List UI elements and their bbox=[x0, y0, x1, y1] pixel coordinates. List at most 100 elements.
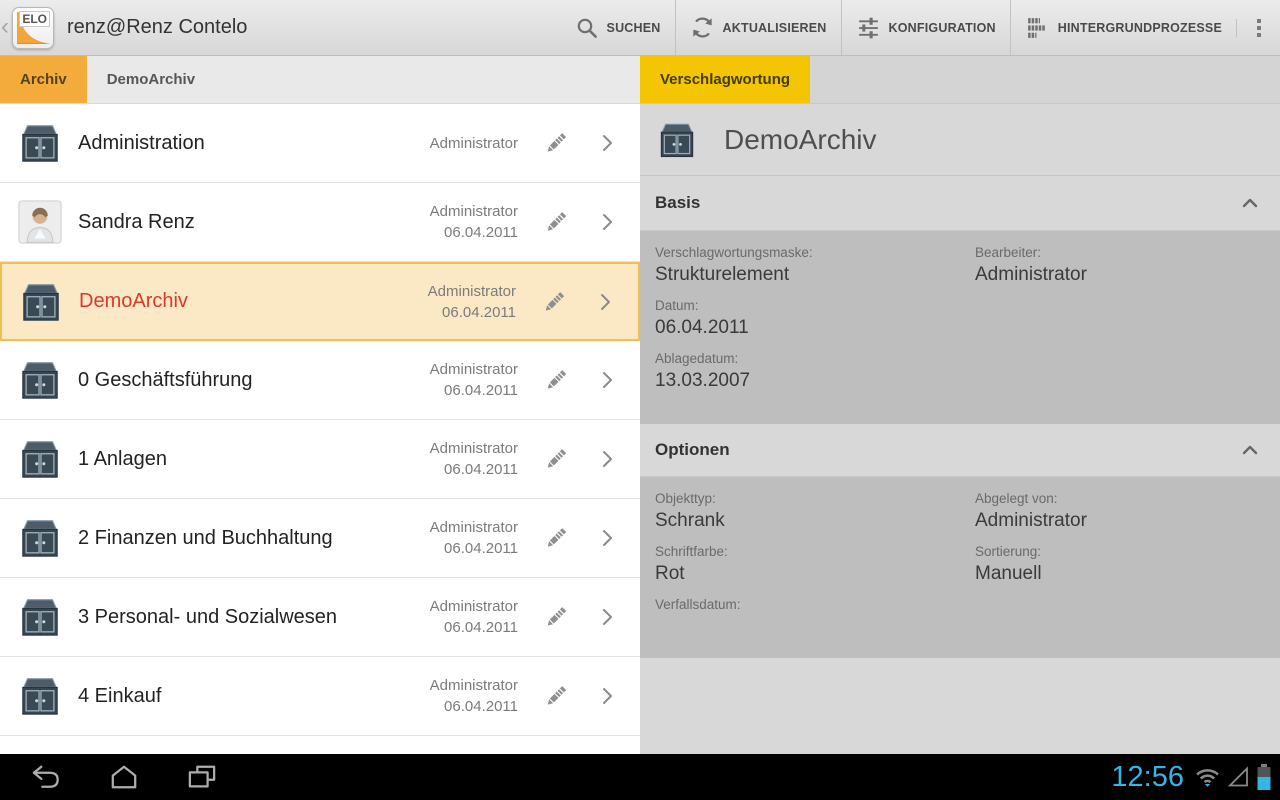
action-buttons: SUCHEN AKTUALISIEREN bbox=[561, 0, 1236, 55]
chevron-right-icon[interactable] bbox=[584, 368, 630, 392]
item-meta: Administrator 06.04.2011 bbox=[430, 596, 518, 638]
search-icon bbox=[575, 16, 599, 40]
detail-field: Sortierung: Manuell bbox=[975, 544, 1280, 585]
hintergrundprozesse-button[interactable]: HINTERGRUNDPROZESSE bbox=[1010, 0, 1236, 55]
field-value: Manuell bbox=[975, 563, 1280, 585]
item-editor: Administrator bbox=[430, 675, 518, 696]
edit-pencil-icon[interactable] bbox=[528, 446, 584, 472]
aktualisieren-button[interactable]: AKTUALISIEREN bbox=[675, 0, 841, 55]
item-editor: Administrator bbox=[430, 133, 518, 154]
detail-field: Datum: 06.04.2011 bbox=[655, 298, 975, 339]
detail-sections: Basis Verschlagwortungsmaske: Strukturel… bbox=[640, 176, 1280, 658]
window-title: renz@Renz Contelo bbox=[67, 16, 247, 39]
item-title: Sandra Renz bbox=[78, 211, 430, 234]
right-tab-bar: Verschlagwortung bbox=[640, 56, 1280, 104]
cabinet-icon bbox=[16, 358, 64, 402]
list-item[interactable]: 3 Personal- und Sozialwesen Administrato… bbox=[0, 578, 640, 657]
detail-field: Bearbeiter: Administrator bbox=[975, 245, 1280, 286]
detail-view: DemoArchiv Basis Verschlagwortungsmaske:… bbox=[640, 104, 1280, 754]
archive-list-panel: Archiv DemoArchiv Administration bbox=[0, 56, 640, 754]
edit-pencil-icon[interactable] bbox=[528, 525, 584, 551]
tab-demoarchiv[interactable]: DemoArchiv bbox=[87, 56, 215, 103]
item-title: 0 Geschäftsführung bbox=[78, 369, 430, 392]
list-item[interactable]: 0 Geschäftsführung Administrator 06.04.2… bbox=[0, 341, 640, 420]
chevron-up-icon bbox=[1238, 191, 1262, 215]
item-editor: Administrator bbox=[430, 201, 518, 222]
system-nav-bar: 12:56 bbox=[0, 754, 1280, 800]
edit-pencil-icon[interactable] bbox=[528, 604, 584, 630]
list-item[interactable]: 1 Anlagen Administrator 06.04.2011 bbox=[0, 420, 640, 499]
overflow-menu-icon[interactable] bbox=[1236, 19, 1280, 37]
item-meta: Administrator 06.04.2011 bbox=[430, 675, 518, 717]
section-header-optionen[interactable]: Optionen bbox=[640, 424, 1280, 477]
edit-pencil-icon[interactable] bbox=[528, 367, 584, 393]
chevron-right-icon[interactable] bbox=[584, 684, 630, 708]
chevron-right-icon[interactable] bbox=[584, 526, 630, 550]
tab-verschlagwortung[interactable]: Verschlagwortung bbox=[640, 56, 810, 103]
item-meta: Administrator 06.04.2011 bbox=[428, 281, 516, 323]
item-title: DemoArchiv bbox=[79, 290, 428, 313]
chevron-right-icon[interactable] bbox=[584, 210, 630, 234]
item-date: 06.04.2011 bbox=[430, 617, 518, 638]
list-item[interactable]: Sandra Renz Administrator 06.04.2011 bbox=[0, 183, 640, 262]
refresh-icon bbox=[690, 15, 715, 40]
list-item[interactable]: DemoArchiv Administrator 06.04.2011 bbox=[0, 262, 640, 341]
detail-header: DemoArchiv bbox=[640, 104, 1280, 176]
item-date: 06.04.2011 bbox=[428, 302, 516, 323]
item-editor: Administrator bbox=[430, 596, 518, 617]
field-value: Schrank bbox=[655, 510, 975, 532]
suchen-button[interactable]: SUCHEN bbox=[561, 0, 675, 55]
edit-pencil-icon[interactable] bbox=[528, 209, 584, 235]
list-item[interactable]: 4 Einkauf Administrator 06.04.2011 bbox=[0, 657, 640, 736]
cabinet-icon bbox=[16, 437, 64, 481]
detail-field: Verfallsdatum: bbox=[655, 597, 975, 638]
sliders-icon bbox=[856, 15, 881, 40]
field-label: Objekttyp: bbox=[655, 491, 975, 506]
list-item[interactable]: Administration Administrator bbox=[0, 104, 640, 183]
item-meta: Administrator bbox=[430, 133, 518, 154]
detail-section: Basis Verschlagwortungsmaske: Strukturel… bbox=[640, 176, 1280, 424]
chevron-right-icon[interactable] bbox=[584, 131, 630, 155]
item-title: 2 Finanzen und Buchhaltung bbox=[78, 527, 430, 550]
edit-pencil-icon[interactable] bbox=[528, 683, 584, 709]
detail-field: Objekttyp: Schrank bbox=[655, 491, 975, 532]
recents-nav-icon[interactable] bbox=[180, 760, 224, 794]
content-panels: Archiv DemoArchiv Administration bbox=[0, 56, 1280, 754]
item-editor: Administrator bbox=[430, 359, 518, 380]
field-label: Ablagedatum: bbox=[655, 351, 975, 366]
item-date: 06.04.2011 bbox=[430, 222, 518, 243]
chevron-right-icon[interactable] bbox=[584, 447, 630, 471]
list-item[interactable]: 2 Finanzen und Buchhaltung Administrator… bbox=[0, 499, 640, 578]
field-label: Verschlagwortungsmaske: bbox=[655, 245, 975, 260]
konfiguration-button[interactable]: KONFIGURATION bbox=[841, 0, 1010, 55]
signal-icon bbox=[1227, 766, 1250, 788]
chevron-right-icon[interactable] bbox=[582, 290, 628, 314]
back-nav-icon[interactable] bbox=[24, 760, 68, 794]
clock: 12:56 bbox=[1111, 761, 1184, 794]
item-title: 4 Einkauf bbox=[78, 685, 430, 708]
cabinet-icon bbox=[16, 121, 64, 165]
battery-icon bbox=[1256, 764, 1272, 791]
section-header-basis[interactable]: Basis bbox=[640, 176, 1280, 231]
elo-logo-text: ELO bbox=[19, 11, 50, 27]
detail-panel: Verschlagwortung DemoArchiv bbox=[640, 56, 1280, 754]
item-editor: Administrator bbox=[428, 281, 516, 302]
field-value: Administrator bbox=[975, 264, 1280, 286]
edit-pencil-icon[interactable] bbox=[526, 289, 582, 315]
cabinet-icon bbox=[16, 595, 64, 639]
tab-archiv[interactable]: Archiv bbox=[0, 56, 87, 103]
item-title: 1 Anlagen bbox=[78, 448, 430, 471]
wifi-icon bbox=[1194, 765, 1221, 789]
status-area: 12:56 bbox=[1111, 761, 1272, 794]
chevron-right-icon[interactable] bbox=[584, 605, 630, 629]
field-label: Bearbeiter: bbox=[975, 245, 1280, 260]
list-filler bbox=[0, 736, 640, 754]
item-editor: Administrator bbox=[430, 517, 518, 538]
section-title: Optionen bbox=[655, 440, 730, 460]
archive-list: Administration Administrator bbox=[0, 104, 640, 736]
cabinet-icon bbox=[17, 280, 65, 324]
edit-pencil-icon[interactable] bbox=[528, 130, 584, 156]
home-nav-icon[interactable] bbox=[102, 760, 146, 794]
up-chevron-icon[interactable]: ‹ bbox=[1, 15, 9, 39]
elo-logo[interactable]: ELO bbox=[12, 7, 54, 49]
